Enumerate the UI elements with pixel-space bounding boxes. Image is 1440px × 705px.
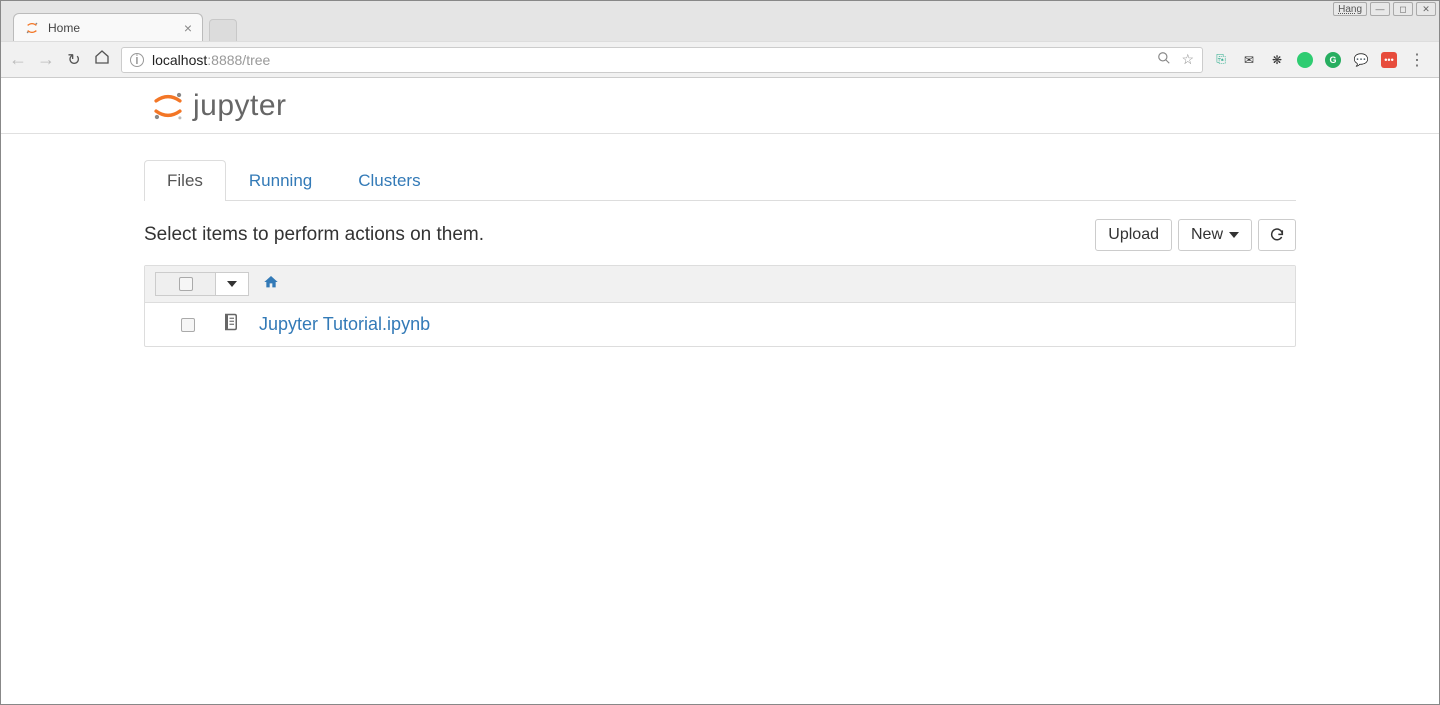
grammarly-icon[interactable]: G	[1325, 52, 1341, 68]
window-maximize-button[interactable]: ◻	[1393, 2, 1413, 16]
window-close-button[interactable]: ✕	[1416, 2, 1436, 16]
select-all-group	[155, 272, 249, 296]
select-all-checkbox[interactable]	[179, 277, 193, 291]
window-controls: Hang — ◻ ✕	[1333, 2, 1436, 16]
new-tab-button[interactable]	[209, 19, 237, 41]
jupyter-logo[interactable]: jupyter	[151, 89, 287, 123]
back-button[interactable]: ←	[9, 49, 27, 70]
jupyter-favicon	[24, 20, 40, 36]
new-dropdown-button[interactable]: New	[1178, 219, 1252, 251]
evernote-icon[interactable]: ❋	[1269, 52, 1285, 68]
browser-tab-home[interactable]: Home ×	[13, 13, 203, 41]
hang-indicator: Hang	[1333, 2, 1367, 16]
file-row: Jupyter Tutorial.ipynb	[145, 303, 1295, 346]
lastpass-icon[interactable]: •••	[1381, 52, 1397, 68]
bookmark-star-icon[interactable]: ☆	[1181, 51, 1194, 68]
file-link[interactable]: Jupyter Tutorial.ipynb	[259, 314, 430, 335]
extension-strip: ⎘ ✉ ❋ G 💬 ••• ⋮	[1213, 50, 1431, 70]
jupyter-wordmark: jupyter	[193, 89, 287, 123]
upload-button[interactable]: Upload	[1095, 219, 1172, 251]
reload-button[interactable]: ↻	[65, 50, 83, 70]
jupyter-logo-icon	[151, 89, 185, 123]
breadcrumb-home-icon[interactable]	[263, 274, 279, 295]
action-hint: Select items to perform actions on them.	[144, 224, 484, 246]
mail-icon[interactable]: ✉	[1241, 52, 1257, 68]
jupyter-header: jupyter	[1, 78, 1439, 134]
zoom-icon[interactable]	[1157, 51, 1171, 68]
file-row-checkbox[interactable]	[181, 318, 195, 332]
chat-icon[interactable]: 💬	[1353, 52, 1369, 68]
tab-clusters[interactable]: Clusters	[335, 160, 443, 201]
tab-title: Home	[48, 21, 80, 35]
browser-toolbar: ← → ↻ i localhost:8888/tree ☆ ⎘ ✉ ❋ G 💬 …	[1, 41, 1439, 77]
url-host: localhost	[152, 52, 207, 68]
tab-strip: Home ×	[1, 1, 1439, 41]
file-list-header	[145, 266, 1295, 303]
select-all-dropdown[interactable]	[216, 273, 248, 295]
caret-down-icon	[227, 281, 237, 287]
refresh-icon	[1269, 227, 1285, 243]
url-rest: :8888/tree	[207, 52, 270, 68]
site-info-icon[interactable]: i	[130, 53, 144, 67]
tab-files[interactable]: Files	[144, 160, 226, 201]
caret-down-icon	[1229, 232, 1239, 238]
browser-chrome: Home × ← → ↻ i localhost:8888/tree ☆ ⎘ ✉…	[1, 1, 1439, 78]
forward-button[interactable]: →	[37, 49, 55, 70]
window-minimize-button[interactable]: —	[1370, 2, 1390, 16]
jupyter-tabs: Files Running Clusters	[144, 160, 1296, 201]
jupyter-content: Files Running Clusters Select items to p…	[144, 160, 1296, 367]
action-row: Select items to perform actions on them.…	[144, 219, 1296, 251]
tab-running[interactable]: Running	[226, 160, 335, 201]
file-list: Jupyter Tutorial.ipynb	[144, 265, 1296, 347]
extension-icon-dot[interactable]	[1297, 52, 1313, 68]
address-bar[interactable]: i localhost:8888/tree ☆	[121, 47, 1203, 73]
new-button-label: New	[1191, 226, 1223, 244]
home-button[interactable]	[93, 49, 111, 70]
tab-close-button[interactable]: ×	[184, 21, 192, 35]
refresh-button[interactable]	[1258, 219, 1296, 251]
notebook-icon	[223, 313, 239, 336]
extension-icon-1[interactable]: ⎘	[1213, 52, 1229, 68]
browser-menu-button[interactable]: ⋮	[1409, 50, 1425, 70]
